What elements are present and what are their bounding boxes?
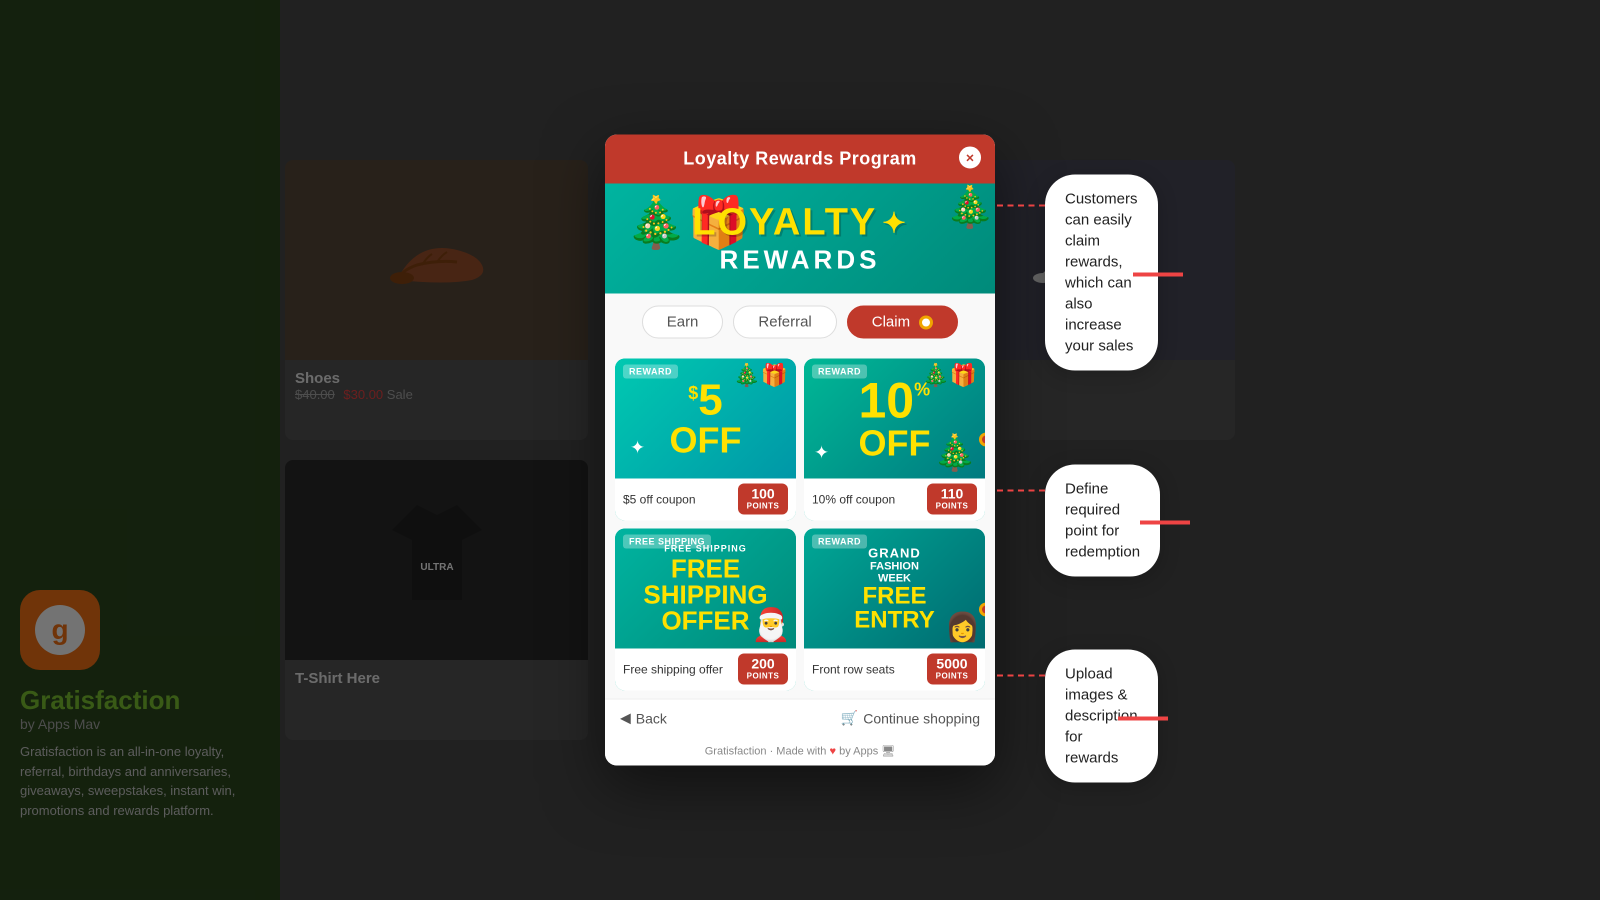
modal-header: Loyalty Rewards Program × bbox=[605, 135, 995, 184]
reward-footer-5off: $5 off coupon 100 POINTS bbox=[615, 479, 796, 521]
points-badge-fashion: 5000 POINTS bbox=[927, 654, 977, 685]
reward-name-10off: 10% off coupon bbox=[812, 492, 895, 506]
reward-badge-fashion: REWARD bbox=[812, 535, 867, 549]
reward-amount-5off: $5 OFF bbox=[670, 379, 742, 459]
santa-decoration: 🎅 bbox=[751, 606, 791, 644]
heart-icon: ♥ bbox=[829, 746, 836, 758]
branding-by: by Apps bbox=[839, 746, 881, 758]
star-icon: ✦ bbox=[882, 207, 907, 240]
reward-footer-10off: 10% off coupon 110 POINTS bbox=[804, 479, 985, 521]
reward-image-fashion: REWARD GRAND FASHION WEEK FREEENTRY 👩 bbox=[804, 529, 985, 649]
reward-badge-shipping: FREE SHIPPING bbox=[623, 535, 711, 549]
ornament-5off: 🎄🎁 bbox=[733, 363, 788, 389]
banner-text: LOYALTY ✦ REWARDS bbox=[692, 202, 908, 276]
person-decoration: 👩 bbox=[945, 611, 980, 644]
back-button[interactable]: ◀ Back bbox=[620, 710, 667, 727]
tab-claim[interactable]: Claim bbox=[847, 306, 959, 339]
tab-earn[interactable]: Earn bbox=[642, 306, 724, 339]
modal-banner: 🎄🎁 LOYALTY ✦ REWARDS 🎄 bbox=[605, 184, 995, 294]
modal-tabs: Earn Referral Claim bbox=[605, 294, 995, 351]
cart-icon: 🛒 bbox=[841, 710, 858, 727]
points-badge-shipping: 200 POINTS bbox=[738, 654, 788, 685]
reward-name-fashion: Front row seats bbox=[812, 662, 895, 676]
reward-image-10off: REWARD 🎄🎁 10 % OFF 🎄 ✦ bbox=[804, 359, 985, 479]
apps-icon: 🖥 bbox=[881, 746, 895, 758]
reward-card-5off[interactable]: REWARD 🎄🎁 $5 OFF ✦ $5 off coupon 100 POI… bbox=[615, 359, 796, 521]
reward-fashion-text: GRAND FASHION WEEK FREEENTRY bbox=[849, 540, 939, 637]
pine-icon: 🎄 bbox=[945, 184, 995, 231]
sparkles-10off: ✦ bbox=[814, 443, 829, 464]
close-button[interactable]: × bbox=[957, 145, 983, 171]
reward-badge-10off: REWARD bbox=[812, 365, 867, 379]
reward-badge-5off: REWARD bbox=[623, 365, 678, 379]
reward-amount-10off: 10 % OFF bbox=[859, 376, 931, 462]
loyalty-modal: Loyalty Rewards Program × 🎄🎁 LOYALTY ✦ R… bbox=[605, 135, 995, 766]
modal-title: Loyalty Rewards Program bbox=[683, 149, 917, 169]
reward-card-10off[interactable]: REWARD 🎄🎁 10 % OFF 🎄 ✦ 10% off coupon bbox=[804, 359, 985, 521]
back-arrow-icon: ◀ bbox=[620, 710, 631, 727]
points-badge-10off: 110 POINTS bbox=[927, 484, 977, 515]
reward-name-5off: $5 off coupon bbox=[623, 492, 696, 506]
tree-decoration-10off: 🎄 bbox=[933, 433, 977, 474]
reward-image-shipping: FREE SHIPPING FREE SHIPPING FREESHIPPING… bbox=[615, 529, 796, 649]
reward-image-5off: REWARD 🎄🎁 $5 OFF ✦ bbox=[615, 359, 796, 479]
reward-footer-shipping: Free shipping offer 200 POINTS bbox=[615, 649, 796, 691]
continue-shopping-button[interactable]: 🛒 Continue shopping bbox=[841, 710, 980, 727]
ornament-10off: 🎄🎁 bbox=[922, 363, 977, 389]
tab-dot-icon bbox=[919, 316, 933, 330]
modal-branding: Gratisfaction · Made with ♥ by Apps 🖥 bbox=[605, 737, 995, 766]
points-badge-5off: 100 POINTS bbox=[738, 484, 788, 515]
banner-rewards-text: REWARDS bbox=[692, 245, 908, 276]
reward-name-shipping: Free shipping offer bbox=[623, 662, 723, 676]
branding-name: Gratisfaction bbox=[705, 746, 767, 758]
reward-shipping-text: FREE SHIPPING FREESHIPPINGOFFER bbox=[643, 544, 767, 634]
sparkles-5off: ✦ bbox=[630, 438, 645, 459]
modal-footer: ◀ Back 🛒 Continue shopping bbox=[605, 699, 995, 737]
modal-wrapper: Loyalty Rewards Program × 🎄🎁 LOYALTY ✦ R… bbox=[605, 135, 995, 766]
tab-referral[interactable]: Referral bbox=[733, 306, 836, 339]
reward-footer-fashion: Front row seats 5000 POINTS bbox=[804, 649, 985, 691]
banner-loyalty-text: LOYALTY ✦ bbox=[692, 202, 908, 245]
rewards-grid: REWARD 🎄🎁 $5 OFF ✦ $5 off coupon 100 POI… bbox=[605, 351, 995, 699]
reward-card-fashion[interactable]: REWARD GRAND FASHION WEEK FREEENTRY 👩 Fr… bbox=[804, 529, 985, 691]
branding-suffix: · Made with bbox=[770, 746, 830, 758]
reward-card-shipping[interactable]: FREE SHIPPING FREE SHIPPING FREESHIPPING… bbox=[615, 529, 796, 691]
